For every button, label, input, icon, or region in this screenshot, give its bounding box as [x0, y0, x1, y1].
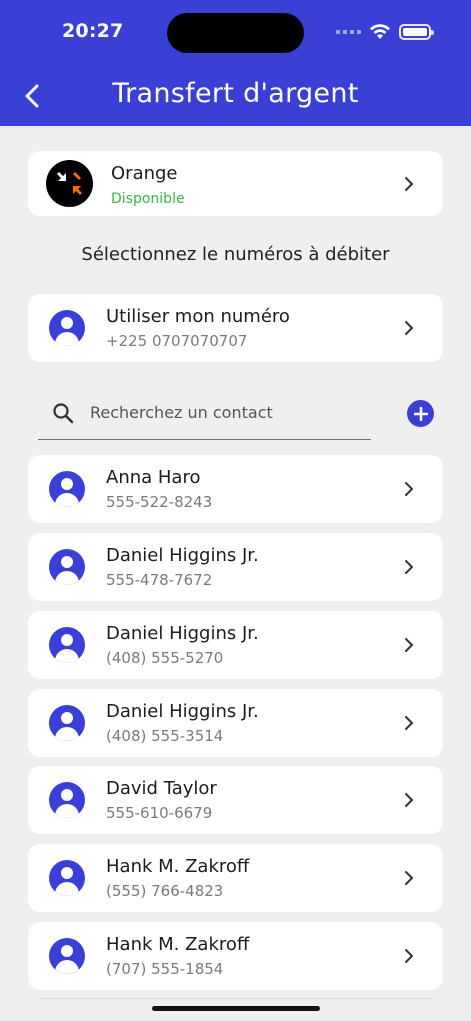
search-bar: [38, 392, 371, 440]
contact-item[interactable]: Daniel Higgins Jr. (408) 555-5270: [28, 611, 443, 679]
contact-name: Daniel Higgins Jr.: [106, 545, 259, 566]
contact-item[interactable]: Hank M. Zakroff (707) 555-1854: [28, 922, 443, 990]
contact-item[interactable]: David Taylor 555-610-6679: [28, 766, 443, 834]
user-icon: [49, 310, 85, 346]
contact-name: Daniel Higgins Jr.: [106, 623, 259, 644]
user-icon: [49, 938, 85, 974]
own-number-phone: +225 0707070707: [106, 332, 248, 350]
battery-icon: [399, 24, 434, 40]
contact-name: Anna Haro: [106, 467, 201, 488]
chevron-right-icon: [405, 793, 413, 807]
chevron-right-icon: [405, 321, 413, 335]
home-indicator: [152, 1006, 320, 1011]
page-title: Transfert d'argent: [112, 78, 359, 109]
chevron-right-icon: [405, 482, 413, 496]
contact-name: Hank M. Zakroff: [106, 856, 250, 877]
contact-phone: 555-610-6679: [106, 804, 213, 822]
add-icon: [413, 406, 428, 421]
operator-name: Orange: [111, 163, 178, 184]
operator-card[interactable]: Orange Disponible: [28, 151, 443, 216]
chevron-right-icon: [405, 176, 413, 191]
contact-name: Hank M. Zakroff: [106, 934, 250, 955]
dynamic-island: [167, 13, 304, 53]
own-number-label: Utiliser mon numéro: [106, 306, 290, 327]
user-icon: [49, 860, 85, 896]
list-divider: [38, 998, 434, 999]
own-number-card[interactable]: Utiliser mon numéro +225 0707070707: [28, 294, 443, 362]
app-header: 20:27 Transfert d'argent: [0, 0, 471, 126]
chevron-right-icon: [405, 560, 413, 574]
chevron-right-icon: [405, 716, 413, 730]
chevron-right-icon: [405, 871, 413, 885]
search-icon: [53, 403, 74, 424]
section-label: Sélectionnez le numéros à débiter: [81, 244, 390, 265]
add-contact-button[interactable]: [407, 400, 434, 427]
contact-item[interactable]: Hank M. Zakroff (555) 766-4823: [28, 844, 443, 912]
status-icons: [336, 22, 434, 42]
contact-phone: 555-522-8243: [106, 493, 213, 511]
contact-item[interactable]: Daniel Higgins Jr. 555-478-7672: [28, 533, 443, 601]
contact-phone: 555-478-7672: [106, 571, 213, 589]
signal-icon: [336, 30, 361, 34]
user-icon: [49, 782, 85, 818]
contact-item[interactable]: Anna Haro 555-522-8243: [28, 455, 443, 523]
operator-status: Disponible: [111, 191, 185, 207]
chevron-right-icon: [405, 949, 413, 963]
contact-phone: (555) 766-4823: [106, 882, 224, 900]
search-input[interactable]: [90, 398, 360, 426]
orange-logo-icon: [46, 160, 93, 207]
contact-phone: (707) 555-1854: [106, 960, 224, 978]
contact-phone: (408) 555-5270: [106, 649, 224, 667]
wifi-icon: [370, 24, 390, 39]
contact-item[interactable]: Daniel Higgins Jr. (408) 555-3514: [28, 689, 443, 757]
user-icon: [49, 705, 85, 741]
user-icon: [49, 549, 85, 585]
contact-name: Daniel Higgins Jr.: [106, 701, 259, 722]
contact-name: David Taylor: [106, 778, 217, 799]
user-icon: [49, 627, 85, 663]
user-icon: [49, 471, 85, 507]
status-time: 20:27: [62, 20, 124, 42]
chevron-right-icon: [405, 638, 413, 652]
contact-phone: (408) 555-3514: [106, 727, 224, 745]
